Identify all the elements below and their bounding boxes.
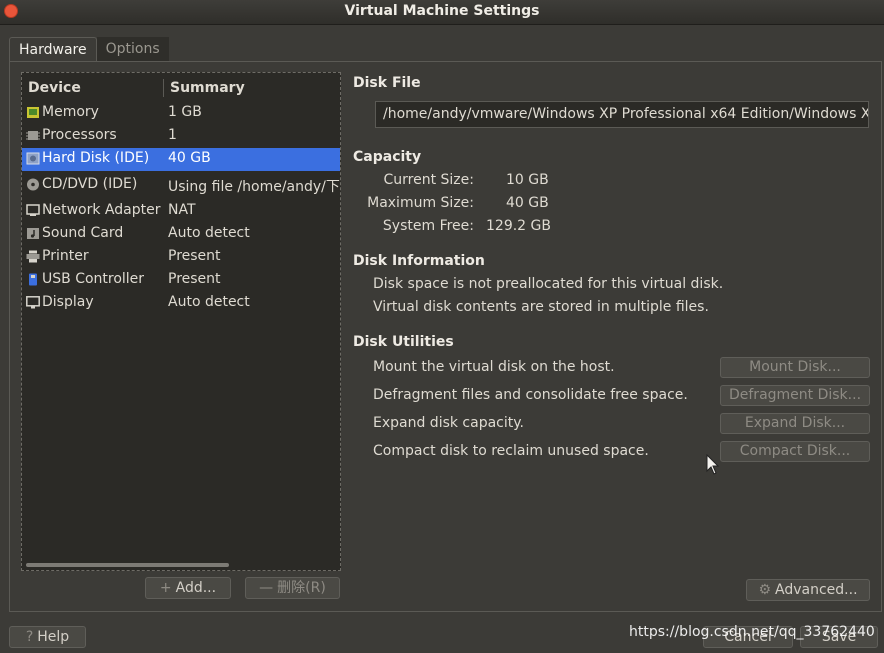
advanced-button-label: Advanced... xyxy=(775,582,858,598)
system-free-label: System Free: xyxy=(382,218,474,234)
column-header-device[interactable]: Device xyxy=(28,80,81,96)
window-title: Virtual Machine Settings xyxy=(344,3,540,19)
wrench-icon: ⚙ xyxy=(758,582,772,598)
maximum-size-label: Maximum Size: xyxy=(367,195,474,211)
device-name: Memory xyxy=(42,104,99,120)
device-summary: Present xyxy=(168,248,221,264)
display-icon xyxy=(26,296,40,309)
watermark-url: https://blog.csdn.net/qq_33762440 xyxy=(629,624,875,640)
add-button-label: Add... xyxy=(175,580,217,596)
device-row-network-adapter[interactable]: Network Adapter NAT xyxy=(22,200,340,223)
device-summary: 40 GB xyxy=(168,150,211,166)
device-name: Printer xyxy=(42,248,89,264)
capacity-title: Capacity xyxy=(353,149,422,165)
disk-file-title: Disk File xyxy=(353,75,421,91)
compact-disk-button[interactable]: Compact Disk... xyxy=(720,441,870,462)
mount-disk-button[interactable]: Mount Disk... xyxy=(720,357,870,378)
device-list-header: Device Summary xyxy=(22,73,340,101)
tab-bar: Hardware Options xyxy=(9,37,169,61)
device-summary: Auto detect xyxy=(168,225,250,241)
device-name: USB Controller xyxy=(42,271,145,287)
device-row-hard-disk[interactable]: Hard Disk (IDE) 40 GB xyxy=(22,148,340,171)
help-button[interactable]: ? Help xyxy=(9,626,86,648)
network-adapter-icon xyxy=(26,204,40,216)
device-row-memory[interactable]: Memory 1 GB xyxy=(22,102,340,125)
disk-info-line-2: Virtual disk contents are stored in mult… xyxy=(373,299,709,315)
device-summary: Auto detect xyxy=(168,294,250,310)
device-name: Display xyxy=(42,294,94,310)
help-button-label: Help xyxy=(37,629,70,645)
column-separator[interactable] xyxy=(163,79,164,97)
current-size-value: 10 GB xyxy=(506,172,549,188)
plus-icon: + xyxy=(159,580,172,596)
device-name: Network Adapter xyxy=(42,202,161,218)
mouse-cursor-icon xyxy=(706,454,720,475)
device-row-usb-controller[interactable]: USB Controller Present xyxy=(22,269,340,292)
advanced-button[interactable]: ⚙ Advanced... xyxy=(746,579,870,601)
expand-disk-description: Expand disk capacity. xyxy=(373,415,524,431)
remove-button-label: 删除(R) xyxy=(277,580,326,596)
device-summary: Present xyxy=(168,271,221,287)
maximum-size-value: 40 GB xyxy=(506,195,549,211)
usb-icon xyxy=(29,273,37,286)
horizontal-scrollbar[interactable] xyxy=(26,563,229,567)
device-row-processors[interactable]: Processors 1 xyxy=(22,125,340,148)
device-summary: NAT xyxy=(168,202,196,218)
hard-disk-icon xyxy=(26,152,40,165)
device-summary: Using file /home/andy/下载 xyxy=(168,179,341,195)
tab-hardware[interactable]: Hardware xyxy=(9,37,97,61)
expand-disk-button[interactable]: Expand Disk... xyxy=(720,413,870,434)
disk-info-line-1: Disk space is not preallocated for this … xyxy=(373,276,724,292)
device-name: CD/DVD (IDE) xyxy=(42,176,138,192)
defragment-disk-description: Defragment files and consolidate free sp… xyxy=(373,387,688,403)
device-name: Processors xyxy=(42,127,117,143)
current-size-label: Current Size: xyxy=(383,172,475,188)
add-device-button[interactable]: + Add... xyxy=(145,577,231,599)
device-list[interactable]: Device Summary Memory 1 GB Processors 1 … xyxy=(21,72,341,571)
remove-device-button[interactable]: — 删除(R) xyxy=(245,577,340,599)
disk-utilities-title: Disk Utilities xyxy=(353,334,454,350)
column-header-summary[interactable]: Summary xyxy=(170,80,245,96)
processor-icon xyxy=(26,131,40,140)
device-name: Hard Disk (IDE) xyxy=(42,150,150,166)
device-row-printer[interactable]: Printer Present xyxy=(22,246,340,269)
device-row-display[interactable]: Display Auto detect xyxy=(22,292,340,315)
cd-dvd-icon xyxy=(27,178,39,191)
device-summary: 1 xyxy=(168,127,177,143)
memory-icon xyxy=(26,106,40,119)
device-row-sound-card[interactable]: Sound Card Auto detect xyxy=(22,223,340,246)
disk-file-path-field[interactable]: /home/andy/vmware/Windows XP Professiona… xyxy=(375,101,869,128)
system-free-value: 129.2 GB xyxy=(486,218,551,234)
title-bar: Virtual Machine Settings xyxy=(0,0,884,25)
sound-card-icon xyxy=(27,228,39,239)
help-icon: ? xyxy=(25,629,34,645)
device-summary: 1 GB xyxy=(168,104,202,120)
defragment-disk-button[interactable]: Defragment Disk... xyxy=(720,385,870,406)
minus-icon: — xyxy=(259,580,274,596)
mount-disk-description: Mount the virtual disk on the host. xyxy=(373,359,615,375)
printer-icon xyxy=(26,250,40,263)
device-name: Sound Card xyxy=(42,225,124,241)
compact-disk-description: Compact disk to reclaim unused space. xyxy=(373,443,649,459)
disk-information-title: Disk Information xyxy=(353,253,485,269)
device-row-cd-dvd[interactable]: CD/DVD (IDE) Using file /home/andy/下载 xyxy=(22,174,340,197)
tab-options[interactable]: Options xyxy=(96,37,169,61)
